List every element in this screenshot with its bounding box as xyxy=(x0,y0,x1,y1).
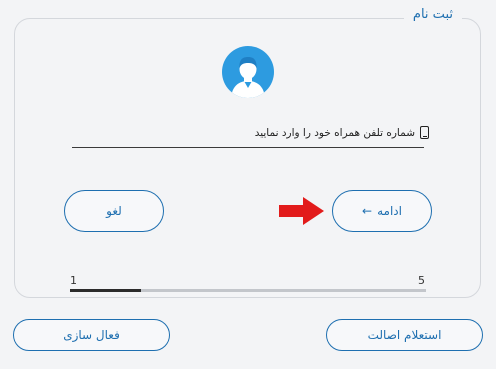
mobile-phone-icon xyxy=(420,126,429,139)
continue-label: ادامه xyxy=(377,204,402,218)
progress-end-label: 5 xyxy=(418,274,425,287)
authenticity-inquiry-button[interactable]: استعلام اصالت xyxy=(326,319,483,351)
progress-bar xyxy=(70,289,426,292)
phone-label-text: شماره تلفن همراه خود را وارد نمایید xyxy=(254,126,415,139)
card-title: ثبت نام xyxy=(403,7,462,22)
cancel-button[interactable]: لغو xyxy=(64,190,164,232)
user-avatar-icon xyxy=(222,46,274,98)
phone-input[interactable] xyxy=(72,145,424,148)
arrow-left-icon: ← xyxy=(362,204,373,218)
red-arrow-right-icon xyxy=(279,197,324,225)
progress-fill xyxy=(70,289,142,292)
activate-button[interactable]: فعال سازی xyxy=(13,319,170,351)
continue-button[interactable]: ادامه ← xyxy=(332,190,432,232)
phone-field-label: شماره تلفن همراه خود را وارد نمایید xyxy=(255,126,429,139)
progress-start-label: 1 xyxy=(70,274,77,287)
